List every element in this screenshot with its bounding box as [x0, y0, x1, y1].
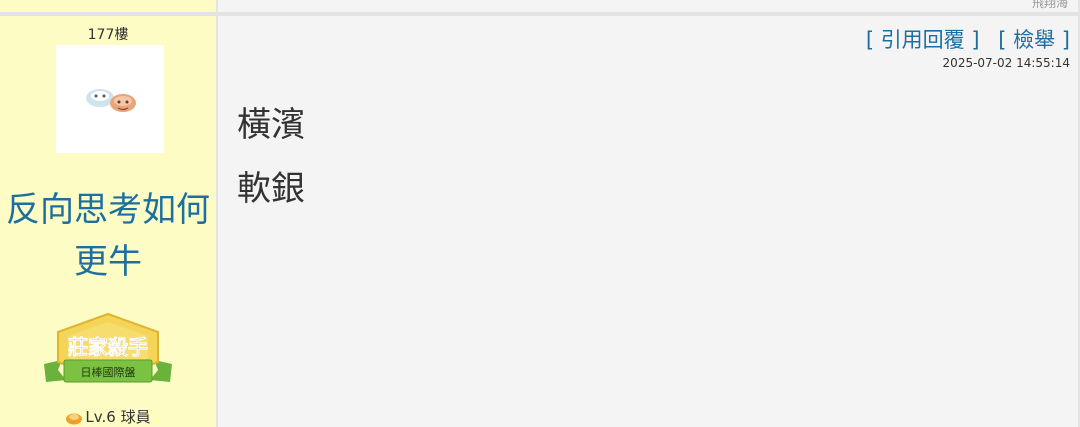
prev-post-sidebar — [0, 0, 216, 12]
prev-post-signature: 飛翔海 — [1031, 0, 1068, 10]
user-level: Lv.6 球員 — [0, 406, 216, 427]
post-content-area: [ 引用回覆 ] [ 檢舉 ] 2025-07-02 14:55:14 橫濱 軟… — [218, 16, 1078, 427]
post-body: 橫濱 軟銀 — [237, 104, 305, 232]
avatar-image — [56, 45, 164, 153]
report-link[interactable]: [ 檢舉 ] — [998, 28, 1070, 52]
prev-post-content: 飛翔海 — [218, 0, 1078, 12]
avatar[interactable] — [56, 45, 164, 153]
post-body-line: 橫濱 — [237, 105, 305, 145]
rank-badge: 莊家殺手 日棒國際盤 — [40, 312, 176, 394]
badge-subtitle: 日棒國際盤 — [81, 365, 136, 379]
post-timestamp: 2025-07-02 14:55:14 — [942, 56, 1070, 70]
level-icon — [66, 413, 83, 424]
level-text: Lv.6 球員 — [85, 408, 151, 426]
post-body-line: 軟銀 — [237, 169, 305, 209]
floor-number: 177樓 — [87, 27, 129, 43]
post-actions: [ 引用回覆 ] [ 檢舉 ] — [854, 24, 1070, 54]
author-nickname[interactable]: 反向思考如何更牛 — [0, 184, 216, 288]
quote-reply-link[interactable]: [ 引用回覆 ] — [866, 28, 980, 52]
badge-title: 莊家殺手 — [68, 335, 148, 359]
post-author-sidebar: 177樓 反向思考如何更牛 莊家殺手 日棒國際盤 Lv.6 球員 — [0, 16, 216, 427]
